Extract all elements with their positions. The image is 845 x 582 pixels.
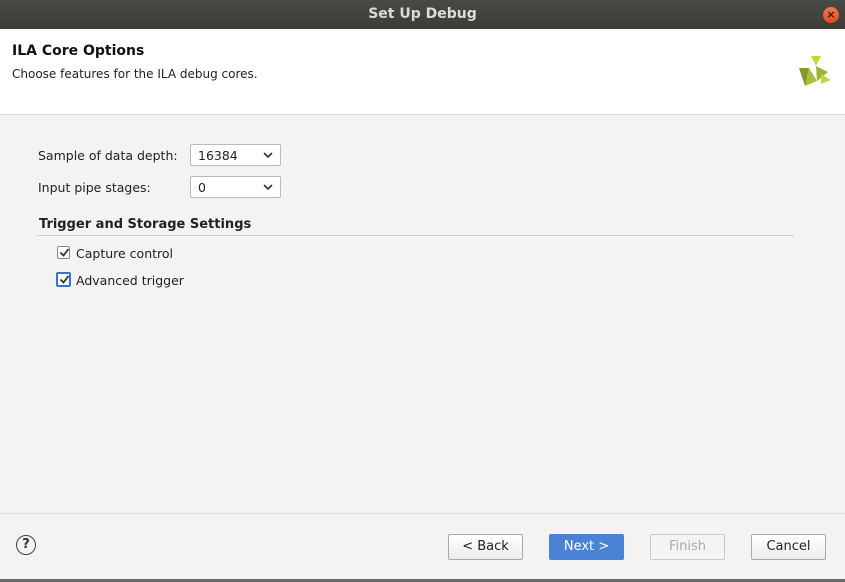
help-icon: ? <box>22 537 30 552</box>
pipe-stages-value: 0 <box>198 180 206 195</box>
capture-control-label: Capture control <box>76 246 174 261</box>
page-title: ILA Core Options <box>12 43 145 59</box>
help-button[interactable]: ? <box>16 535 36 555</box>
page-subtitle: Choose features for the ILA debug cores. <box>12 67 258 81</box>
sample-depth-value: 16384 <box>198 148 238 163</box>
window-titlebar: Set Up Debug × <box>0 0 845 29</box>
xilinx-logo-icon <box>799 56 831 86</box>
advanced-trigger-label: Advanced trigger <box>76 273 184 288</box>
chevron-down-icon <box>263 184 273 191</box>
pipe-stages-label: Input pipe stages: <box>38 180 151 195</box>
close-icon: × <box>826 8 836 21</box>
checkmark-icon <box>59 275 70 284</box>
options-panel: Sample of data depth: 16384 Input pipe s… <box>0 115 845 513</box>
chevron-down-icon <box>263 152 273 159</box>
wizard-footer: ? < Back Next > Finish Cancel <box>0 513 845 580</box>
trigger-section-title: Trigger and Storage Settings <box>39 217 252 232</box>
wizard-header: ILA Core Options Choose features for the… <box>0 29 845 115</box>
pipe-stages-select[interactable]: 0 <box>190 176 281 198</box>
close-button[interactable]: × <box>823 7 839 23</box>
back-button[interactable]: < Back <box>448 534 523 560</box>
window-title: Set Up Debug <box>368 6 477 22</box>
advanced-trigger-checkbox[interactable] <box>56 272 71 287</box>
finish-button[interactable]: Finish <box>650 534 725 560</box>
cancel-button[interactable]: Cancel <box>751 534 826 560</box>
next-button[interactable]: Next > <box>549 534 624 560</box>
checkmark-icon <box>59 248 70 257</box>
sample-depth-label: Sample of data depth: <box>38 148 178 163</box>
sample-depth-select[interactable]: 16384 <box>190 144 281 166</box>
section-divider <box>37 235 794 236</box>
capture-control-checkbox[interactable] <box>57 246 70 259</box>
